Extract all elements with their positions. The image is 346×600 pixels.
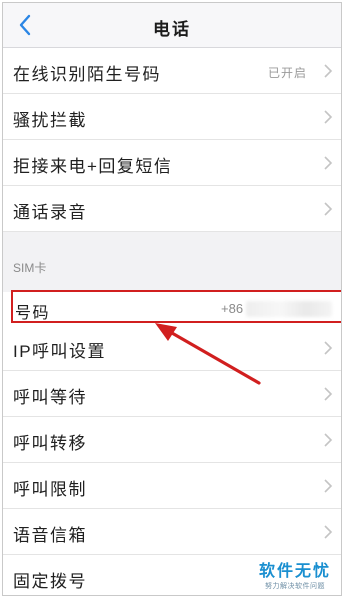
setting-row-harassment-block[interactable]: 骚扰拦截 (3, 94, 341, 140)
setting-label: 在线识别陌生号码 (13, 65, 161, 84)
setting-row-call-forwarding[interactable]: 呼叫转移 (3, 417, 341, 463)
chevron-right-icon (324, 110, 333, 124)
sim-phone-number: 号码 +86 (3, 292, 341, 326)
chevron-right-icon (324, 433, 333, 447)
setting-label: 语音信箱 (13, 526, 87, 545)
setting-row-call-waiting[interactable]: 呼叫等待 (3, 371, 341, 417)
setting-status: 已开启 (267, 66, 307, 80)
sim-settings-list: IP呼叫设置 呼叫等待 呼叫转移 呼叫限制 语音信箱 固定拨号 (3, 325, 341, 595)
setting-row-reject-reply-sms[interactable]: 拒接来电+回复短信 (3, 140, 341, 186)
watermark-title: 软件无忧 (258, 563, 331, 580)
setting-label: 骚扰拦截 (13, 111, 87, 130)
chevron-right-icon (324, 387, 333, 401)
section-label: SIM卡 (13, 261, 47, 275)
setting-row-call-recording[interactable]: 通话录音 (3, 186, 341, 232)
setting-row-ip-call[interactable]: IP呼叫设置 (3, 325, 341, 371)
chevron-right-icon (324, 156, 333, 170)
phone-number-row[interactable]: 号码 +86 (3, 292, 341, 326)
phone-settings-screen: 电话 在线识别陌生号码 已开启 骚扰拦截 拒接来电+回复短信 通话录音 SIM卡… (2, 2, 342, 596)
phone-number-value: +86 (221, 301, 244, 316)
watermark-subtitle: 努力解决软件问题 (265, 583, 325, 590)
chevron-right-icon (324, 479, 333, 493)
chevron-right-icon (324, 525, 333, 539)
navigation-bar: 电话 (3, 3, 341, 48)
setting-row-stranger-id[interactable]: 在线识别陌生号码 已开启 (3, 48, 341, 94)
setting-label: 固定拨号 (13, 572, 87, 591)
setting-row-call-barring[interactable]: 呼叫限制 (3, 463, 341, 509)
call-settings-list: 在线识别陌生号码 已开启 骚扰拦截 拒接来电+回复短信 通话录音 SIM卡 (3, 48, 341, 292)
setting-label: 呼叫转移 (13, 434, 87, 453)
setting-label: IP呼叫设置 (13, 342, 107, 361)
setting-label: 呼叫限制 (13, 480, 87, 499)
phone-number-label: 号码 (15, 305, 51, 322)
watermark: 软件无忧 努力解决软件问题 (255, 557, 335, 591)
page-title: 电话 (153, 20, 191, 39)
redacted-number (246, 301, 332, 317)
sim-section-header: SIM卡 (3, 232, 341, 292)
setting-label: 呼叫等待 (13, 388, 87, 407)
chevron-right-icon (324, 64, 333, 78)
setting-label: 通话录音 (13, 203, 87, 222)
setting-label: 拒接来电+回复短信 (13, 157, 173, 176)
setting-row-voicemail[interactable]: 语音信箱 (3, 509, 341, 555)
chevron-right-icon (324, 202, 333, 216)
chevron-right-icon (324, 341, 333, 355)
